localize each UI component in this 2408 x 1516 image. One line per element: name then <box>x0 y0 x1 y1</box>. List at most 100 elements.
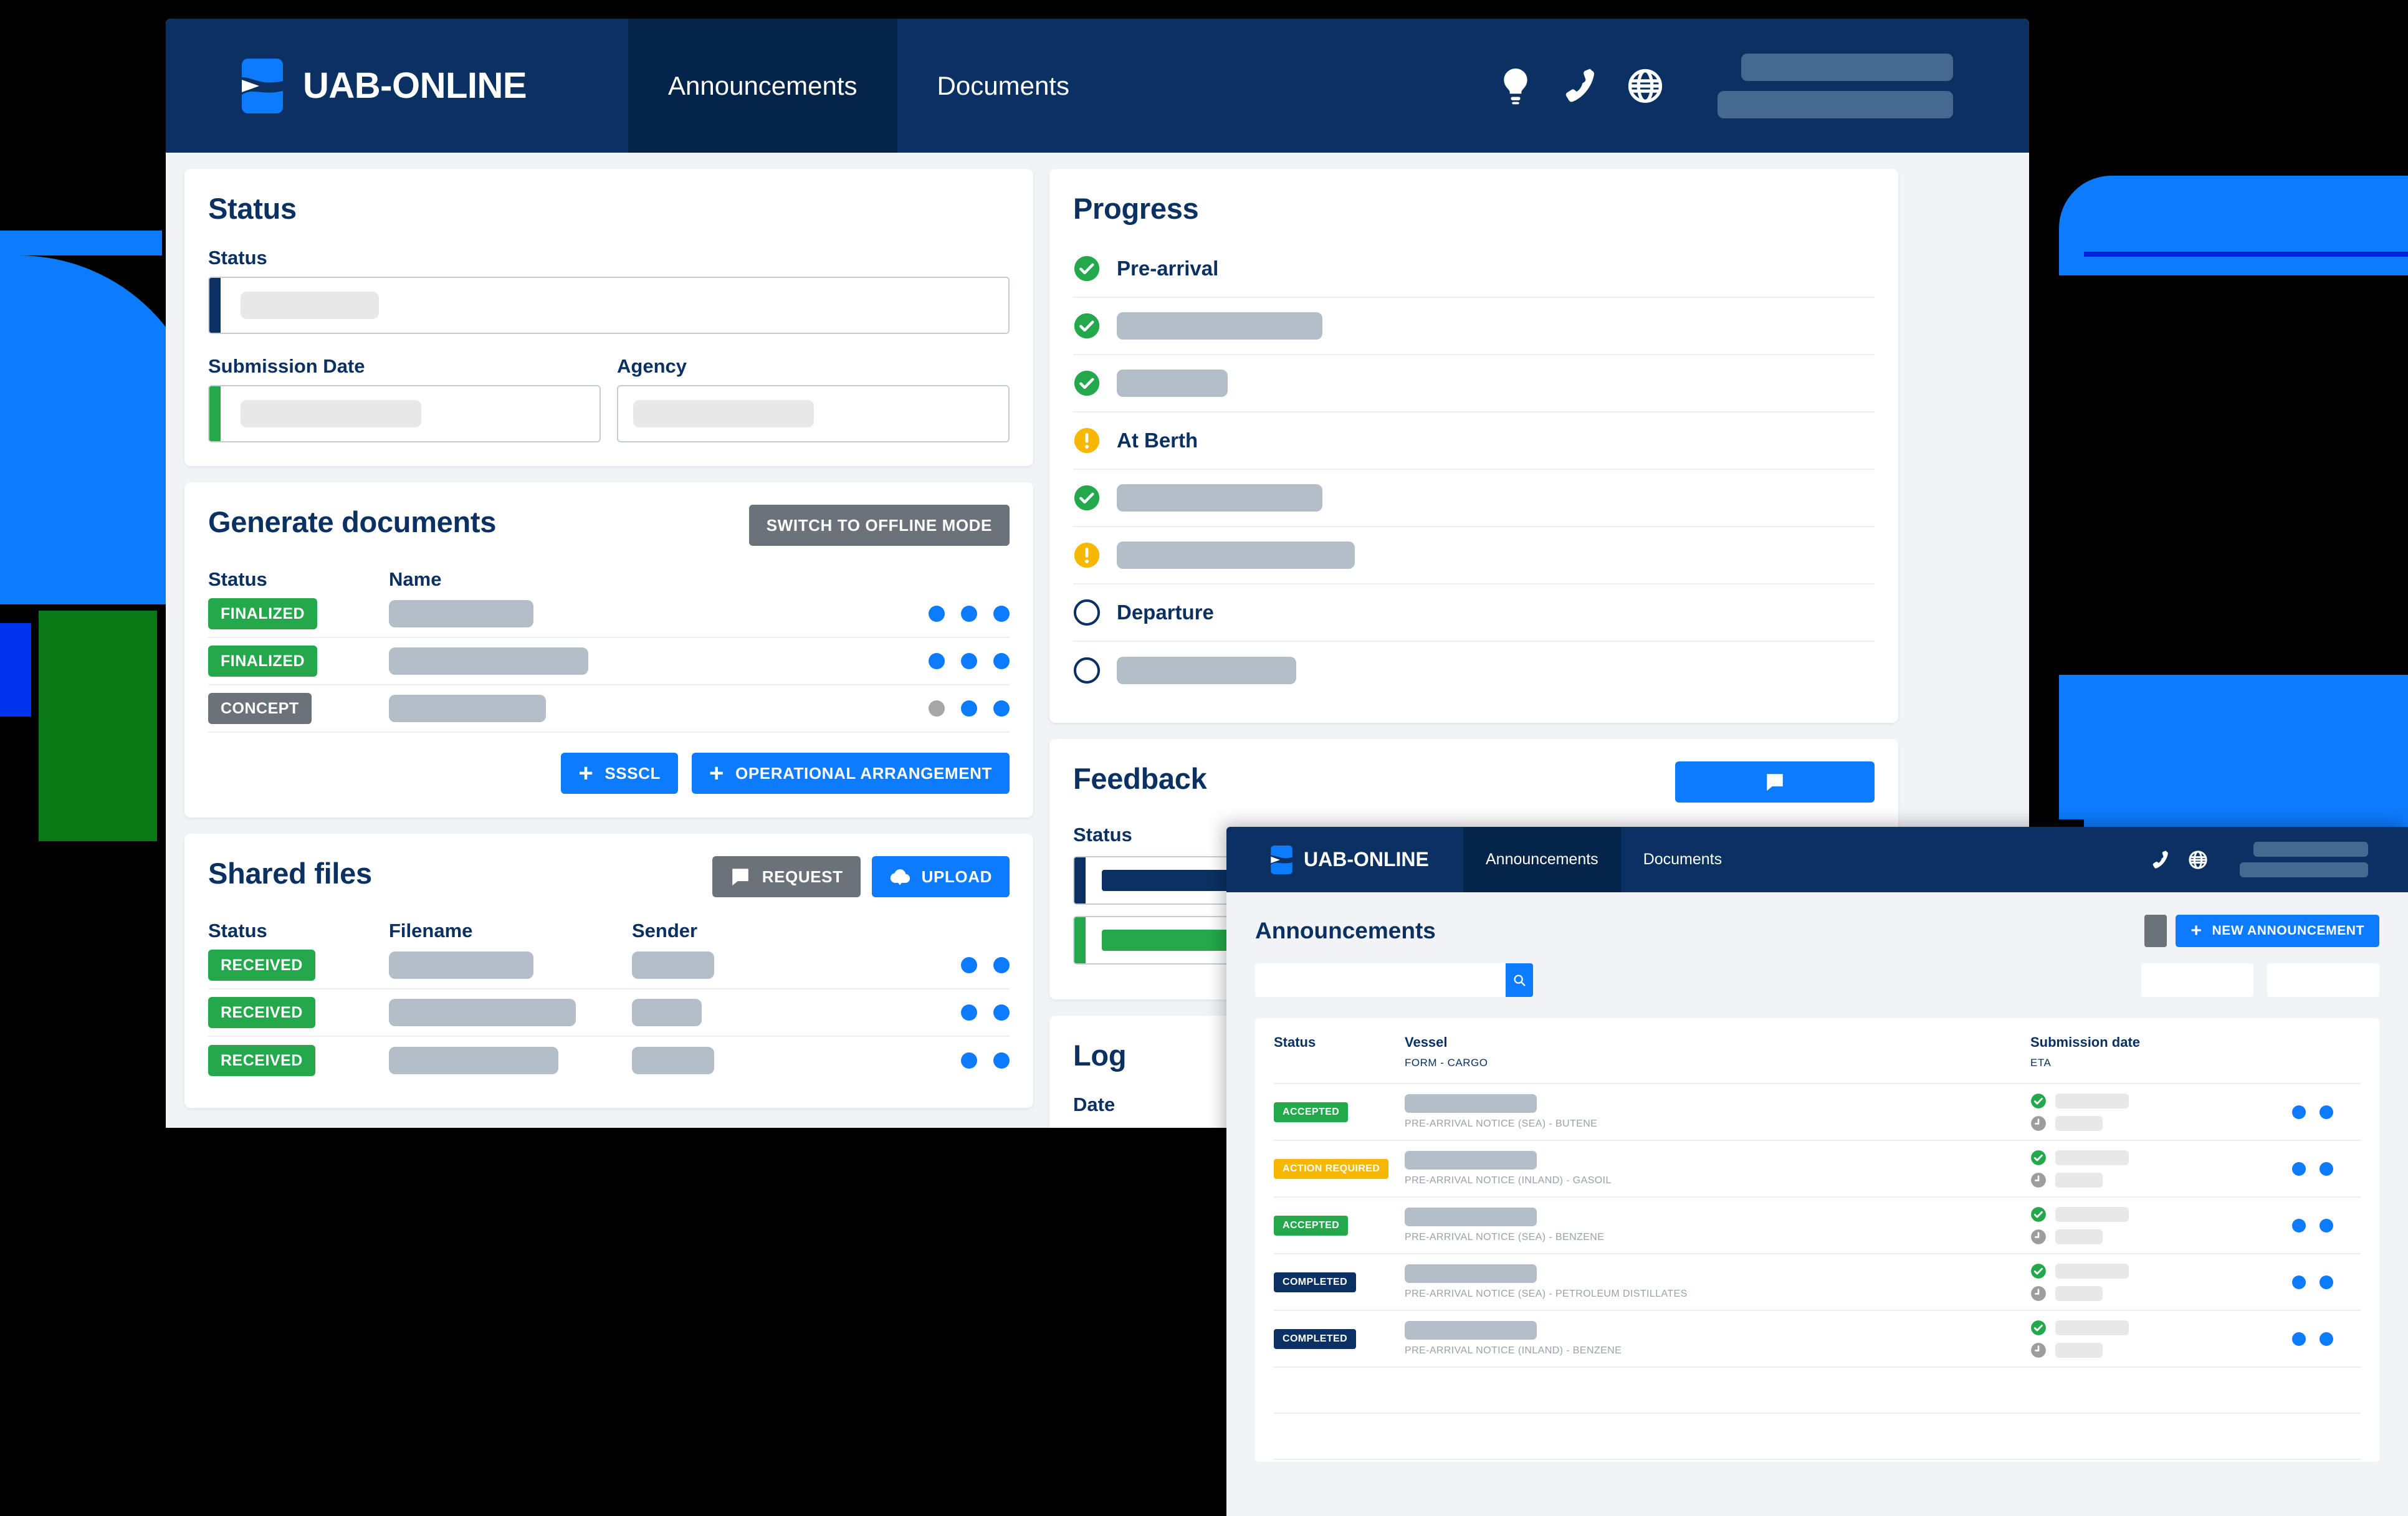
agency-input[interactable] <box>617 385 1010 442</box>
table-row[interactable]: COMPLETED PRE-ARRIVAL NOTICE (SEA) - PET… <box>1274 1254 2361 1311</box>
filter-select-2[interactable] <box>2267 963 2379 997</box>
request-file-label: REQUEST <box>762 867 843 887</box>
progress-stage-label: Pre-arrival <box>1117 257 1218 280</box>
brand-logo-area-2[interactable]: UAB-ONLINE <box>1226 827 1463 892</box>
phone-icon[interactable] <box>2151 849 2170 870</box>
progress-item[interactable] <box>1073 298 1875 355</box>
col-header-status: Status <box>1274 1034 1405 1051</box>
table-row[interactable]: RECEIVED <box>208 1037 1010 1084</box>
table-row[interactable]: ACTION REQUIRED PRE-ARRIVAL NOTICE (INLA… <box>1274 1141 2361 1198</box>
tab-announcements-2[interactable]: Announcements <box>1463 827 1621 892</box>
brand-logo-area[interactable]: UAB-ONLINE <box>166 19 628 153</box>
row-action-dot[interactable] <box>929 606 945 622</box>
row-action-dot[interactable] <box>2320 1105 2333 1119</box>
row-action-dot[interactable] <box>929 653 945 669</box>
new-announcement-button[interactable]: + NEW ANNOUNCEMENT <box>2176 915 2379 947</box>
tab-announcements[interactable]: Announcements <box>628 19 897 153</box>
deco-shape-left-strip <box>0 231 162 255</box>
table-row[interactable]: ACCEPTED PRE-ARRIVAL NOTICE (SEA) - BENZ… <box>1274 1198 2361 1254</box>
table-row[interactable]: RECEIVED <box>208 989 1010 1037</box>
progress-item[interactable] <box>1073 642 1875 699</box>
row-action-dot[interactable] <box>961 606 977 622</box>
status-input-accent <box>209 278 221 333</box>
row-action-dot[interactable] <box>993 700 1010 717</box>
filter-select-1[interactable] <box>2141 963 2253 997</box>
check-circle-icon <box>1073 312 1101 340</box>
row-action-dot[interactable] <box>2292 1105 2306 1119</box>
comment-icon <box>1764 771 1785 793</box>
user-account-placeholder[interactable] <box>1718 54 1953 118</box>
vessel-name-placeholder <box>1405 1208 1537 1226</box>
row-action-dot[interactable] <box>993 957 1010 973</box>
progress-stage-pre-arrival[interactable]: Pre-arrival <box>1073 241 1875 298</box>
row-action-dot[interactable] <box>2292 1162 2306 1176</box>
add-ssscl-button[interactable]: + SSSCL <box>561 753 678 794</box>
progress-stage-departure[interactable]: Departure <box>1073 584 1875 642</box>
progress-item-placeholder <box>1117 369 1228 397</box>
row-action-dot[interactable] <box>2320 1219 2333 1232</box>
tab-documents-2[interactable]: Documents <box>1621 827 1744 892</box>
row-action-dot[interactable] <box>993 606 1010 622</box>
status-input[interactable] <box>208 277 1010 334</box>
add-operational-arrangement-button[interactable]: + OPERATIONAL ARRANGEMENT <box>692 753 1010 794</box>
new-feedback-message-button[interactable] <box>1675 761 1875 803</box>
status-badge: RECEIVED <box>208 950 315 981</box>
document-name-placeholder <box>389 647 588 675</box>
table-row[interactable]: CONCEPT <box>208 685 1010 733</box>
table-row[interactable]: FINALIZED <box>208 638 1010 685</box>
table-row[interactable]: RECEIVED <box>208 942 1010 989</box>
empty-circle-icon <box>1073 657 1101 684</box>
progress-item-placeholder <box>1117 484 1322 512</box>
search-button[interactable] <box>1506 963 1533 997</box>
progress-stage-at-berth[interactable]: At Berth <box>1073 412 1875 470</box>
request-file-button[interactable]: REQUEST <box>712 856 861 897</box>
search-input[interactable] <box>1255 963 1506 997</box>
tab-documents[interactable]: Documents <box>897 19 1109 153</box>
row-action-dot[interactable] <box>961 1052 977 1069</box>
row-action-dot[interactable] <box>2292 1332 2306 1346</box>
plus-icon: + <box>709 761 724 786</box>
row-action-dot[interactable] <box>961 957 977 973</box>
row-action-dot[interactable] <box>961 1004 977 1021</box>
globe-icon[interactable] <box>1628 67 1663 105</box>
row-action-dot[interactable] <box>2292 1275 2306 1289</box>
row-action-dot[interactable] <box>961 653 977 669</box>
row-action-dot[interactable] <box>2320 1275 2333 1289</box>
progress-item[interactable] <box>1073 470 1875 527</box>
secondary-action-button[interactable] <box>2144 915 2167 947</box>
table-row[interactable]: ACCEPTED PRE-ARRIVAL NOTICE (SEA) - BUTE… <box>1274 1084 2361 1141</box>
check-circle-icon <box>2030 1093 2047 1109</box>
tab-announcements-2-label: Announcements <box>1486 851 1598 869</box>
globe-icon[interactable] <box>2189 849 2207 870</box>
progress-item[interactable] <box>1073 527 1875 584</box>
row-action-dot[interactable] <box>993 653 1010 669</box>
upload-file-button[interactable]: UPLOAD <box>872 856 1010 897</box>
lightbulb-icon[interactable] <box>1498 67 1533 105</box>
row-action-dot[interactable] <box>993 1052 1010 1069</box>
deco-shape-left-green <box>39 611 157 841</box>
submission-date-input[interactable] <box>208 385 601 442</box>
col-header-submission-date: Submission date <box>2030 1034 2292 1051</box>
submission-date-placeholder <box>2055 1264 2129 1279</box>
row-action-dot[interactable] <box>2320 1332 2333 1346</box>
phone-icon[interactable] <box>1563 67 1598 105</box>
search-icon <box>1512 973 1526 987</box>
tab-documents-label: Documents <box>937 71 1069 101</box>
comment-icon <box>730 866 751 887</box>
switch-to-offline-mode-button[interactable]: SWITCH TO OFFLINE MODE <box>749 505 1010 546</box>
progress-item-placeholder <box>1117 541 1355 569</box>
row-action-dot[interactable] <box>2292 1219 2306 1232</box>
plus-icon: + <box>578 761 593 786</box>
status-badge: ACTION REQUIRED <box>1274 1159 1388 1179</box>
progress-card: Progress Pre-arrival <box>1049 169 1898 723</box>
row-action-dot[interactable] <box>993 1004 1010 1021</box>
submission-date-accent <box>209 386 221 441</box>
table-row[interactable]: FINALIZED <box>208 591 1010 638</box>
table-row[interactable]: COMPLETED PRE-ARRIVAL NOTICE (INLAND) - … <box>1274 1311 2361 1368</box>
row-action-dot[interactable] <box>2320 1162 2333 1176</box>
status-badge: FINALIZED <box>208 598 317 629</box>
row-action-dot[interactable] <box>961 700 977 717</box>
add-operational-arrangement-label: OPERATIONAL ARRANGEMENT <box>735 764 992 783</box>
progress-item[interactable] <box>1073 355 1875 412</box>
user-account-placeholder-2[interactable] <box>2240 842 2368 877</box>
